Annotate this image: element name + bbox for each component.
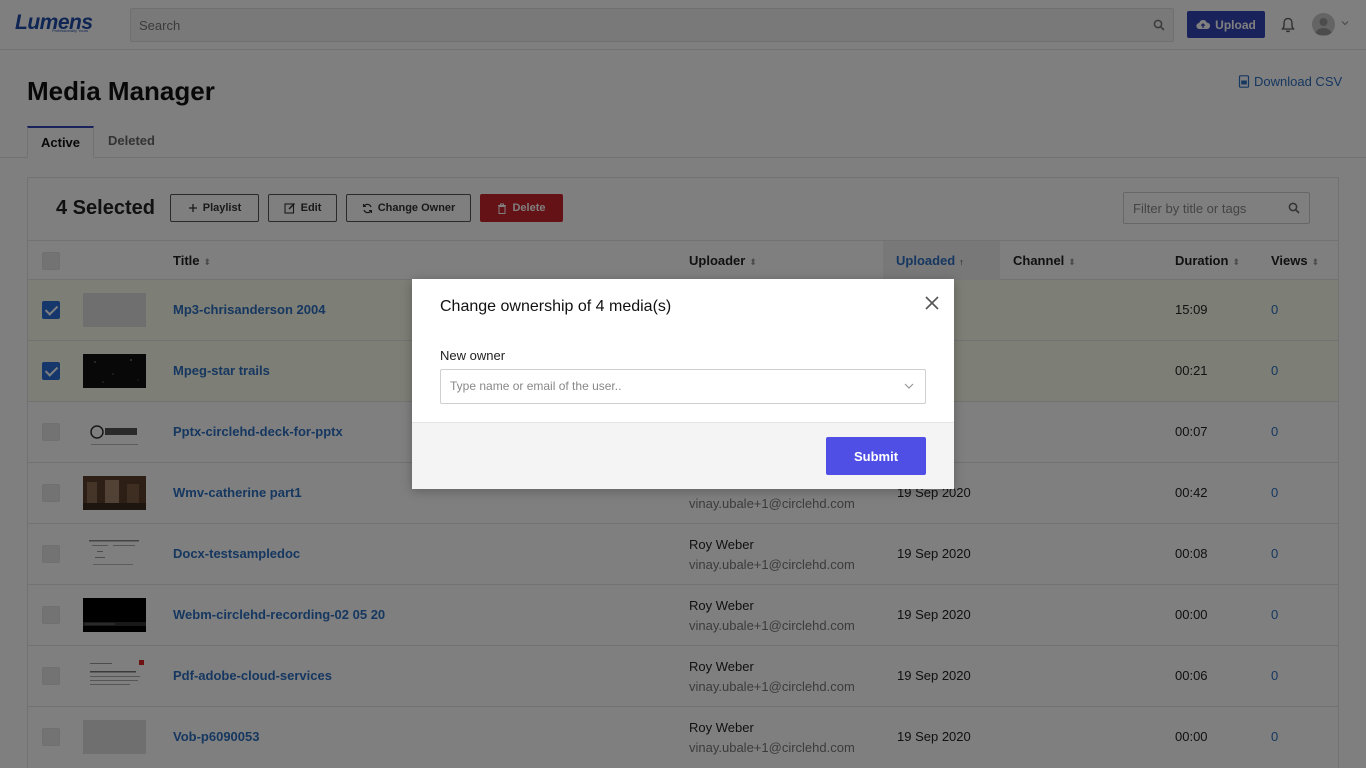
dialog-title: Change ownership of 4 media(s) <box>440 298 672 315</box>
change-owner-dialog: Change ownership of 4 media(s) New owner… <box>412 279 954 489</box>
new-owner-select[interactable] <box>440 369 926 404</box>
submit-button[interactable]: Submit <box>826 437 926 475</box>
dialog-footer: Submit <box>412 422 954 489</box>
new-owner-input[interactable] <box>441 370 881 402</box>
chevron-down-icon[interactable] <box>903 380 915 392</box>
new-owner-label: New owner <box>440 348 506 363</box>
close-icon[interactable] <box>924 295 940 311</box>
